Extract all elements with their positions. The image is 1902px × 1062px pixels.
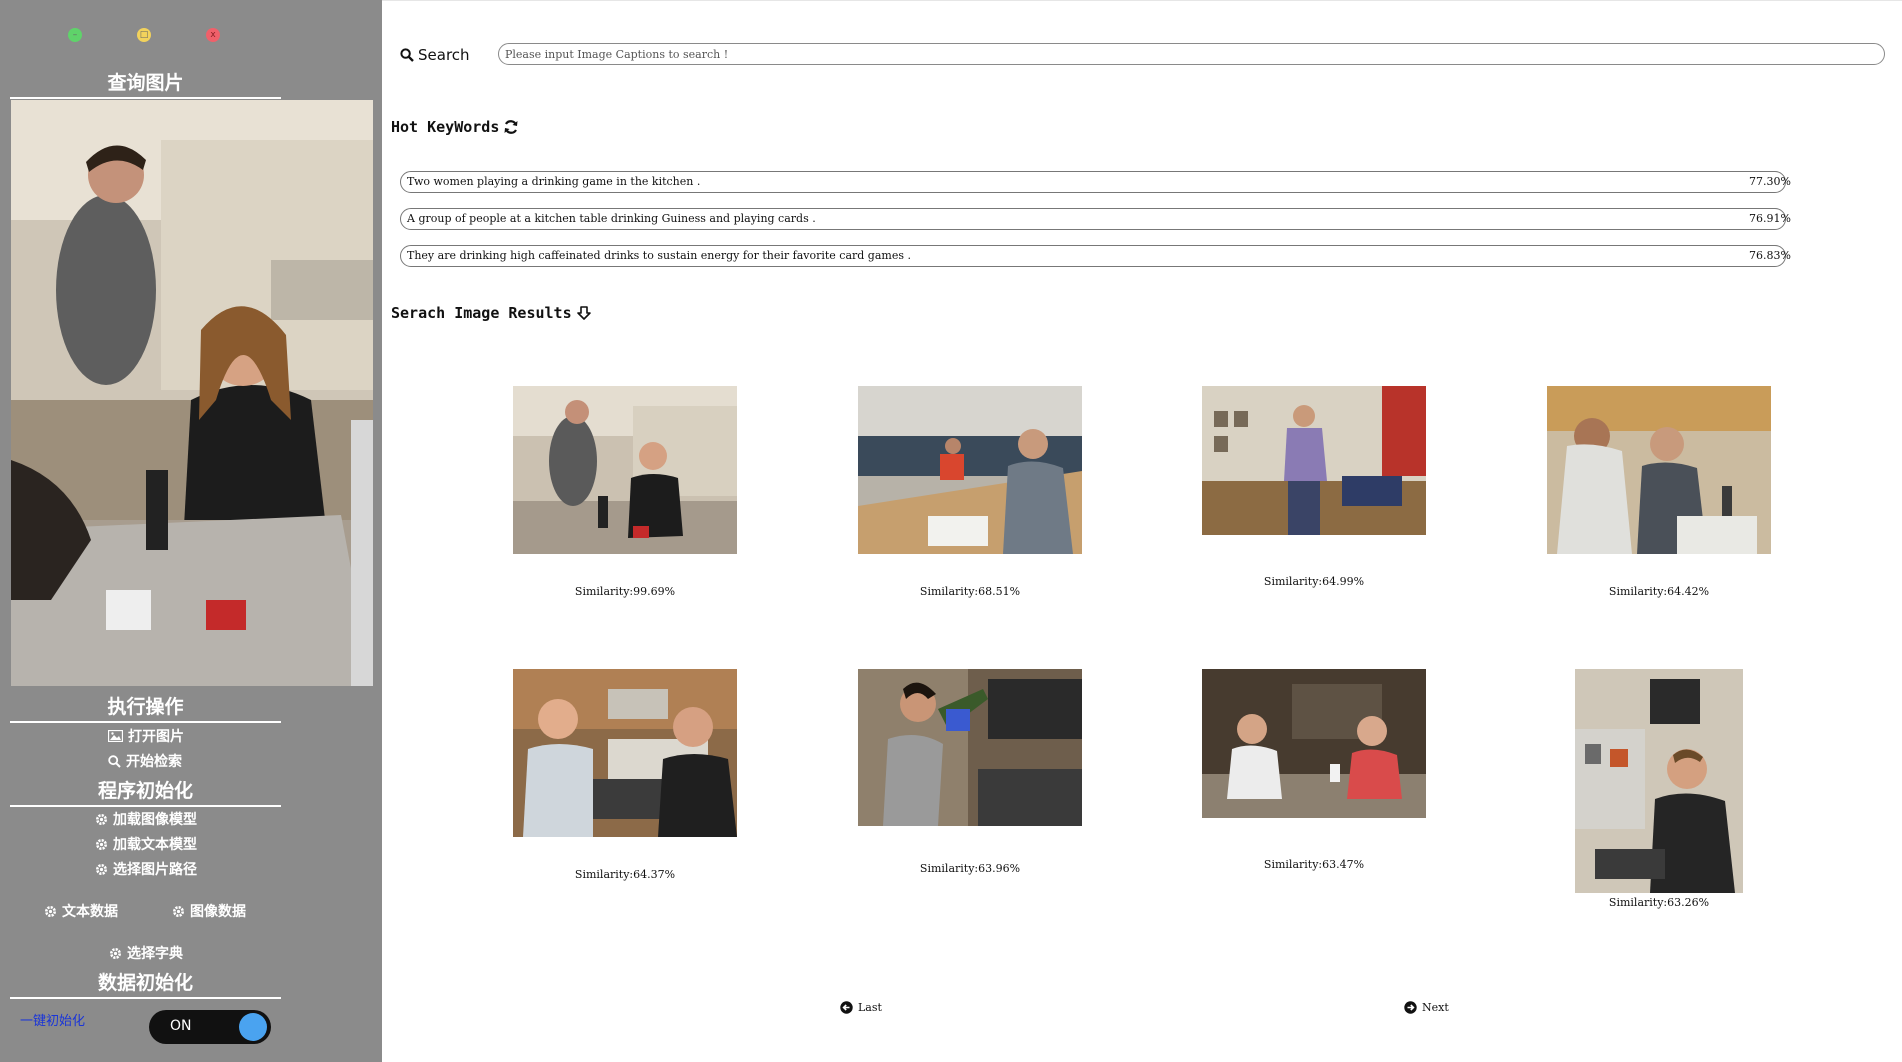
hot-keyword-item[interactable]: They are drinking high caffeinated drink… (400, 245, 1786, 267)
search-input[interactable] (498, 43, 1885, 65)
arrow-left-circle-icon (840, 1001, 853, 1014)
refresh-icon[interactable] (503, 119, 519, 135)
open-image-button[interactable]: 打开图片 (108, 726, 184, 746)
search-results-title: Serach Image Results (391, 304, 592, 322)
search-label-text: Search (418, 46, 470, 64)
hot-keyword-score: 76.91% (1749, 212, 1791, 225)
hot-keyword-score: 76.83% (1749, 249, 1791, 262)
hand-pointer-icon (576, 306, 591, 320)
load-image-model-button[interactable]: 加载图像模型 (95, 809, 197, 829)
select-image-path-button[interactable]: 选择图片路径 (95, 859, 197, 879)
gear-icon (173, 905, 184, 917)
result-similarity: Similarity:64.99% (1263, 575, 1365, 588)
hot-keyword-item[interactable]: Two women playing a drinking game in the… (400, 171, 1786, 193)
hot-keywords-label: Hot KeyWords (391, 118, 500, 136)
result-similarity: Similarity:68.51% (919, 585, 1021, 598)
hot-keyword-score: 77.30% (1749, 175, 1791, 188)
load-text-model-button[interactable]: 加载文本模型 (95, 834, 197, 854)
search-icon (108, 754, 121, 768)
last-page-label: Last (858, 1001, 882, 1014)
image-icon (108, 730, 123, 742)
init-toggle[interactable]: ON (149, 1010, 271, 1044)
result-similarity: Similarity:63.96% (919, 862, 1021, 875)
query-image (11, 100, 373, 686)
image-data-button[interactable]: 图像数据 (172, 901, 246, 921)
result-image[interactable] (858, 386, 1082, 554)
start-search-label: 开始检索 (126, 754, 182, 770)
result-image[interactable] (1547, 386, 1771, 554)
result-image[interactable] (513, 386, 737, 554)
result-similarity: Similarity:63.26% (1608, 896, 1710, 909)
program-init-title: 程序初始化 (10, 776, 281, 807)
search-label: Search (400, 46, 470, 64)
main-panel: Search Hot KeyWords Two women playing a … (382, 0, 1902, 1062)
data-init-title: 数据初始化 (10, 968, 281, 999)
gear-icon (45, 905, 56, 917)
query-image-title: 查询图片 (10, 68, 281, 99)
one-key-init-link[interactable]: 一键初始化 (20, 1010, 85, 1029)
toggle-label: ON (170, 1018, 192, 1034)
start-search-button[interactable]: 开始检索 (108, 751, 182, 771)
result-similarity: Similarity:64.37% (574, 868, 676, 881)
search-results-label: Serach Image Results (391, 304, 572, 322)
gear-icon (96, 813, 107, 825)
load-image-model-label: 加载图像模型 (113, 812, 197, 828)
close-window-button[interactable]: x (206, 28, 220, 42)
text-data-label: 文本数据 (62, 904, 118, 920)
select-image-path-label: 选择图片路径 (113, 862, 197, 878)
text-data-button[interactable]: 文本数据 (44, 901, 118, 921)
gear-icon (96, 838, 107, 850)
load-text-model-label: 加载文本模型 (113, 837, 197, 853)
hot-keywords-title: Hot KeyWords (391, 118, 519, 136)
arrow-right-circle-icon (1404, 1001, 1417, 1014)
result-similarity: Similarity:64.42% (1608, 585, 1710, 598)
result-image[interactable] (858, 669, 1082, 826)
last-page-button[interactable]: Last (840, 1001, 882, 1014)
next-page-button[interactable]: Next (1404, 1001, 1449, 1014)
maximize-window-button[interactable]: □ (137, 28, 151, 42)
result-similarity: Similarity:63.47% (1263, 858, 1365, 871)
gear-icon (110, 947, 121, 959)
open-image-label: 打开图片 (128, 729, 184, 745)
toggle-knob (239, 1013, 267, 1041)
select-dictionary-button[interactable]: 选择字典 (109, 943, 183, 963)
minimize-window-button[interactable]: – (68, 28, 82, 42)
next-page-label: Next (1422, 1001, 1449, 1014)
result-image[interactable] (1202, 669, 1426, 818)
result-similarity: Similarity:99.69% (574, 585, 676, 598)
image-data-label: 图像数据 (190, 904, 246, 920)
hot-keyword-item[interactable]: A group of people at a kitchen table dri… (400, 208, 1786, 230)
result-image[interactable] (513, 669, 737, 837)
result-image[interactable] (1575, 669, 1743, 893)
gear-icon (96, 863, 107, 875)
operations-title: 执行操作 (10, 692, 281, 723)
sidebar: – □ x 查询图片 执行操作 打开图片 开始检索 程序初始化 加载图像模型 加… (0, 0, 382, 1062)
search-icon (400, 48, 414, 62)
select-dictionary-label: 选择字典 (127, 946, 183, 962)
result-image[interactable] (1202, 386, 1426, 535)
